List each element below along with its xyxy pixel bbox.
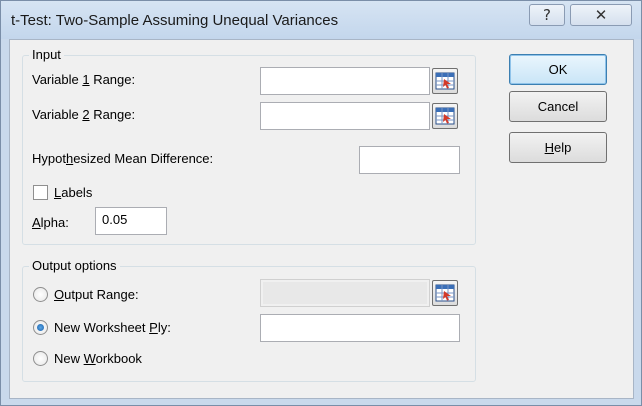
new-worksheet-ply-label[interactable]: New Worksheet Ply: <box>54 320 171 335</box>
variable-2-range-label: Variable 2 Range: <box>32 107 136 122</box>
labels-checkbox[interactable] <box>33 185 48 200</box>
variable-2-range-input[interactable] <box>260 102 430 130</box>
title-bar: t-Test: Two-Sample Assuming Unequal Vari… <box>1 1 641 39</box>
hypothesized-mean-difference-input[interactable] <box>359 146 460 174</box>
alpha-label: Alpha: <box>32 215 69 230</box>
output-range-select-button[interactable] <box>432 280 458 306</box>
output-range-label[interactable]: Output Range: <box>54 287 139 302</box>
output-range-input[interactable] <box>260 279 430 307</box>
variable-1-range-select-button[interactable] <box>432 68 458 94</box>
new-worksheet-ply-input[interactable] <box>260 314 460 342</box>
output-range-input-disabled-fill <box>263 282 427 304</box>
help-button[interactable]: Help <box>509 132 607 163</box>
dialog-window: t-Test: Two-Sample Assuming Unequal Vari… <box>0 0 642 406</box>
variable-1-range-label: Variable 1 Range: <box>32 72 136 87</box>
title-close-button[interactable]: ✕ <box>570 4 632 26</box>
range-select-icon <box>435 72 455 90</box>
close-icon: ✕ <box>594 6 608 24</box>
labels-checkbox-label[interactable]: Labels <box>54 185 92 200</box>
new-worksheet-ply-radio[interactable] <box>33 320 48 335</box>
output-range-radio[interactable] <box>33 287 48 302</box>
range-select-icon <box>435 107 455 125</box>
alpha-input[interactable]: 0.05 <box>95 207 167 235</box>
variable-2-range-select-button[interactable] <box>432 103 458 129</box>
title-help-button[interactable]: ? <box>529 4 565 26</box>
dialog-client: Input Variable 1 Range: Variable 2 Range… <box>9 39 634 399</box>
ok-button[interactable]: OK <box>509 54 607 85</box>
dialog-title: t-Test: Two-Sample Assuming Unequal Vari… <box>11 12 339 29</box>
hypothesized-mean-difference-label: Hypothesized Mean Difference: <box>32 151 214 166</box>
cancel-button[interactable]: Cancel <box>509 91 607 122</box>
new-workbook-radio[interactable] <box>33 351 48 366</box>
range-select-icon <box>435 284 455 302</box>
new-workbook-label[interactable]: New Workbook <box>54 351 142 366</box>
variable-1-range-input[interactable] <box>260 67 430 95</box>
output-options-label: Output options <box>29 258 120 273</box>
help-icon: ? <box>543 6 551 24</box>
input-group-label: Input <box>29 47 64 62</box>
